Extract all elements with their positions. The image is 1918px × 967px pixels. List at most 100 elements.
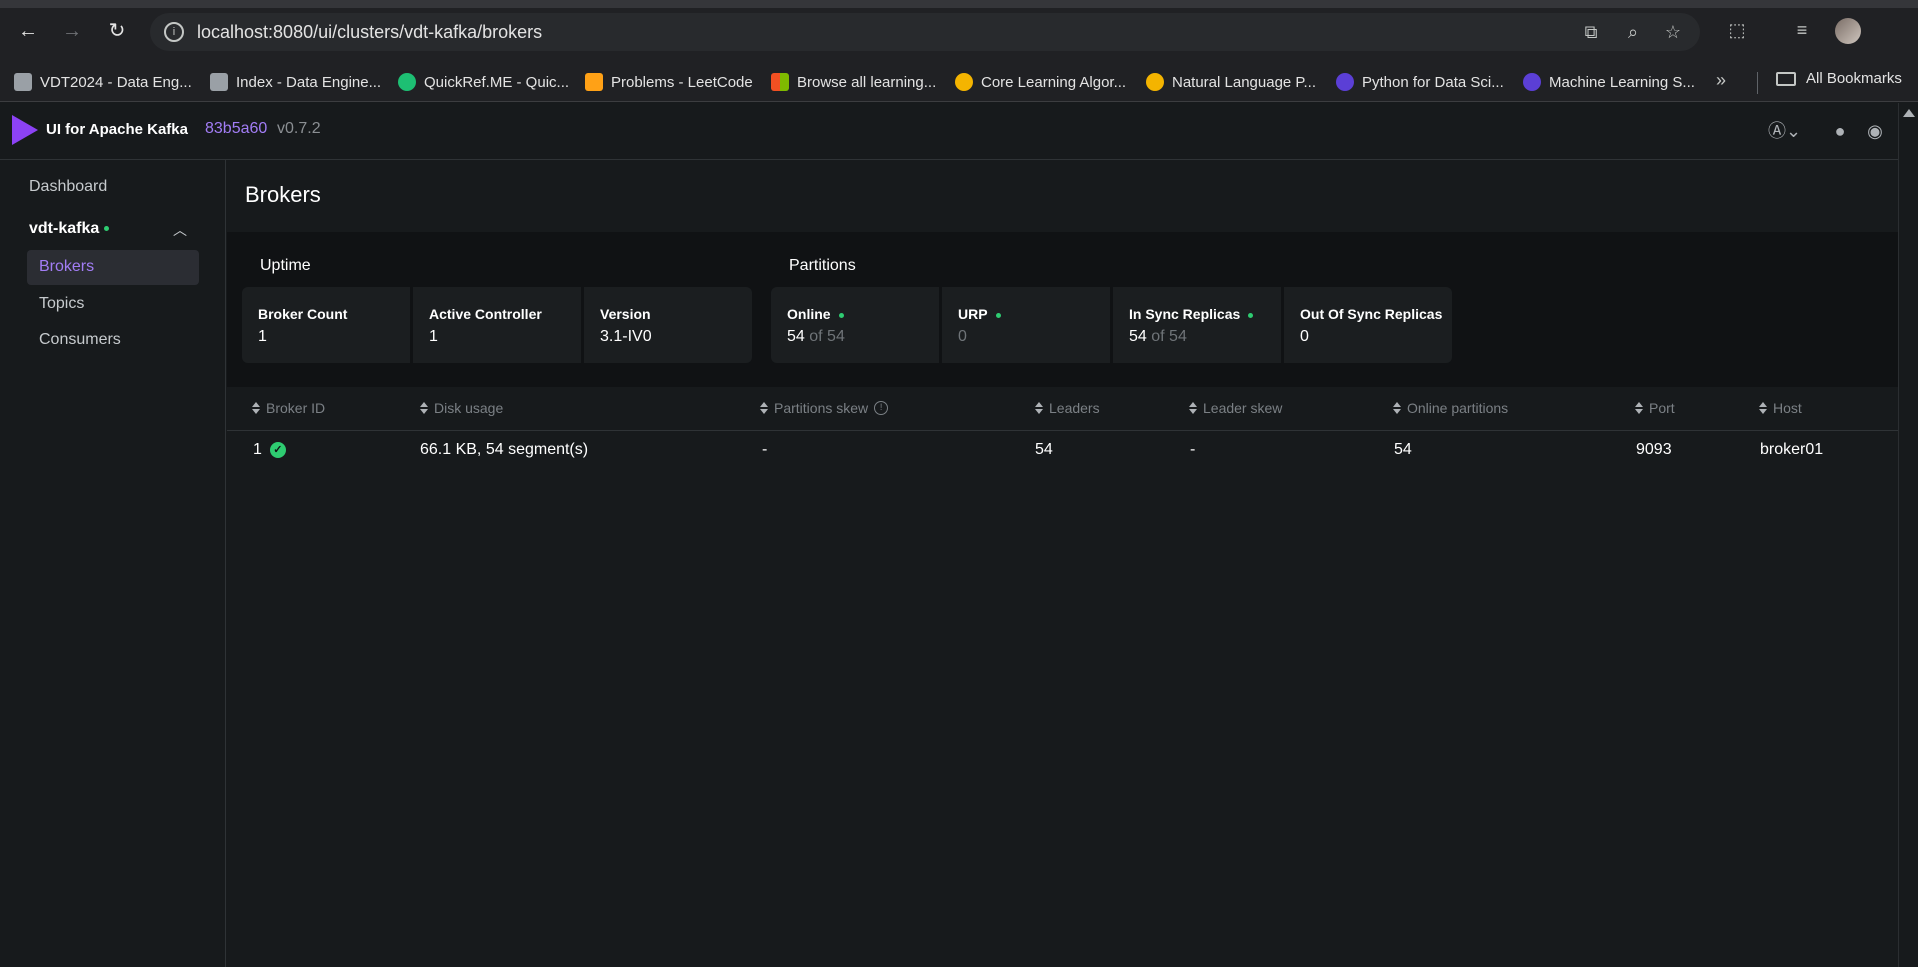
card-value: 54 of 54	[1129, 328, 1187, 346]
card-value-main: 54	[787, 328, 805, 345]
column-label: Partitions skew	[774, 400, 869, 416]
sidebar-item-topics[interactable]: Topics	[39, 295, 84, 313]
zoom-icon[interactable]: ⌕	[1622, 21, 1644, 43]
column-header-online-partitions[interactable]: Online partitions	[1393, 400, 1508, 416]
all-bookmarks-button[interactable]: All Bookmarks	[1776, 70, 1902, 87]
bookmark-favicon	[14, 73, 32, 91]
bookmark-favicon	[771, 73, 789, 91]
bookmark-favicon	[1336, 73, 1354, 91]
bookmark-label: Core Learning Algor...	[981, 73, 1127, 91]
bookmarks-bar: VDT2024 - Data Eng... Index - Data Engin…	[0, 62, 1918, 102]
bookmark-label: Python for Data Sci...	[1362, 73, 1504, 91]
sidebar-item-dashboard[interactable]: Dashboard	[29, 178, 107, 196]
all-bookmarks-label: All Bookmarks	[1806, 70, 1902, 87]
card-value: 54 of 54	[787, 328, 845, 346]
bookmark-favicon	[1523, 73, 1541, 91]
divider	[1757, 72, 1758, 94]
profile-avatar[interactable]	[1835, 18, 1861, 44]
page-scrollbar[interactable]	[1898, 103, 1918, 967]
column-header-host[interactable]: Host	[1759, 400, 1802, 416]
broker-id-link[interactable]: 1	[253, 441, 262, 458]
sort-icon[interactable]	[1635, 402, 1643, 414]
sidebar-cluster-vdt-kafka[interactable]: vdt-kafka	[29, 220, 110, 238]
broker-count-card: Broker Count 1	[242, 287, 410, 363]
sort-icon[interactable]	[1035, 402, 1043, 414]
bookmark-item[interactable]: Machine Learning S...	[1523, 70, 1695, 94]
column-header-leaders[interactable]: Leaders	[1035, 400, 1100, 416]
partitions-title: Partitions	[789, 257, 856, 274]
version-commit-link[interactable]: 83b5a60	[205, 120, 267, 138]
sort-icon[interactable]	[1393, 402, 1401, 414]
bookmark-item[interactable]: Browse all learning...	[771, 70, 936, 94]
column-header-port[interactable]: Port	[1635, 400, 1675, 416]
info-icon[interactable]: !	[874, 401, 889, 415]
more-bookmarks-icon[interactable]: »	[1716, 70, 1726, 91]
cluster-name: vdt-kafka	[29, 220, 100, 237]
bookmark-item[interactable]: Core Learning Algor...	[955, 70, 1126, 94]
card-label-text: URP	[958, 306, 988, 322]
app-logo-text[interactable]: UI for Apache Kafka	[46, 121, 188, 138]
leader-skew-cell: -	[1190, 441, 1196, 458]
discord-icon[interactable]: ◉	[1863, 119, 1887, 143]
chevron-up-icon[interactable]: ︿	[173, 220, 187, 240]
sort-icon[interactable]	[760, 402, 768, 414]
sort-icon[interactable]	[252, 402, 260, 414]
bookmark-label: Problems - LeetCode	[611, 73, 753, 91]
card-value: 0	[1300, 328, 1309, 345]
column-header-partitions-skew[interactable]: Partitions skew!	[760, 400, 889, 416]
column-label: Leader skew	[1203, 400, 1283, 416]
kafka-logo-icon[interactable]	[12, 115, 38, 145]
bookmark-item[interactable]: QuickRef.ME - Quic...	[398, 70, 569, 94]
status-dot	[995, 312, 1001, 318]
site-info-icon[interactable]: i	[164, 22, 184, 42]
bookmark-label: QuickRef.ME - Quic...	[424, 73, 570, 91]
column-label: Host	[1773, 400, 1802, 416]
bookmark-favicon	[585, 73, 603, 91]
bookmark-item[interactable]: Problems - LeetCode	[585, 70, 753, 94]
media-controls-icon[interactable]: ≡	[1790, 18, 1814, 42]
bookmark-item[interactable]: Natural Language P...	[1146, 70, 1316, 94]
main-content: Brokers Uptime Broker Count 1 Active Con…	[227, 160, 1898, 967]
out-of-sync-replicas-card: Out Of Sync Replicas 0	[1284, 287, 1452, 363]
sidebar-item-label: Brokers	[39, 258, 95, 275]
card-label: In Sync Replicas	[1129, 306, 1254, 322]
host-cell: broker01	[1760, 441, 1824, 458]
sidebar-item-consumers[interactable]: Consumers	[39, 331, 121, 349]
active-controller-card: Active Controller 1	[413, 287, 581, 363]
card-value: 3.1-IV0	[600, 328, 652, 345]
scroll-up-icon[interactable]	[1903, 109, 1915, 117]
url-text[interactable]: localhost:8080/ui/clusters/vdt-kafka/bro…	[197, 22, 542, 43]
column-header-broker-id[interactable]: Broker ID	[252, 400, 325, 416]
bookmark-star-icon[interactable]: ☆	[1662, 21, 1684, 43]
column-label: Port	[1649, 400, 1675, 416]
sidebar-item-brokers[interactable]: Brokers	[27, 250, 199, 285]
broker-id-cell[interactable]: 1 ✓	[253, 441, 286, 459]
card-label: Version	[600, 306, 651, 322]
reload-icon[interactable]: ↻	[105, 19, 129, 43]
partitions-skew-cell: -	[762, 441, 768, 458]
bookmark-label: Browse all learning...	[797, 73, 937, 91]
bookmark-item[interactable]: Python for Data Sci...	[1336, 70, 1504, 94]
sort-icon[interactable]	[1759, 402, 1767, 414]
column-header-leader-skew[interactable]: Leader skew	[1189, 400, 1282, 416]
sort-icon[interactable]	[420, 402, 428, 414]
forward-icon[interactable]: →	[60, 19, 84, 43]
bookmark-favicon	[398, 73, 416, 91]
bookmark-label: VDT2024 - Data Eng...	[40, 73, 192, 91]
bookmark-favicon	[210, 73, 228, 91]
user-menu-icon[interactable]: Ⓐ⌄	[1768, 119, 1801, 143]
bookmark-favicon	[1146, 73, 1164, 91]
address-bar[interactable]: i localhost:8080/ui/clusters/vdt-kafka/b…	[150, 13, 1700, 51]
column-header-disk-usage[interactable]: Disk usage	[420, 400, 503, 416]
card-label: Online	[787, 306, 844, 322]
bookmark-item[interactable]: Index - Data Engine...	[210, 70, 381, 94]
extensions-icon[interactable]: ⬚	[1725, 18, 1749, 42]
status-dot	[1248, 312, 1254, 318]
sort-icon[interactable]	[1189, 402, 1197, 414]
back-icon[interactable]: ←	[16, 19, 40, 43]
bookmark-label: Machine Learning S...	[1549, 73, 1695, 91]
card-label-text: In Sync Replicas	[1129, 306, 1241, 322]
bookmark-item[interactable]: VDT2024 - Data Eng...	[14, 70, 192, 94]
translate-icon[interactable]: ⧉	[1580, 21, 1602, 43]
github-icon[interactable]: ●	[1828, 119, 1852, 143]
